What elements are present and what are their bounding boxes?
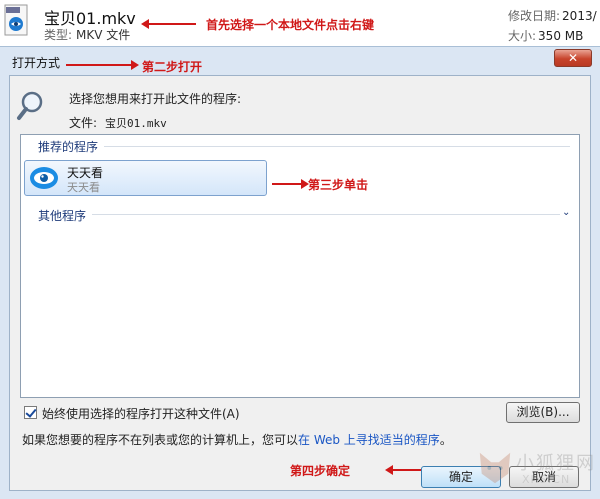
watermark-sub: XHS.CN [522, 473, 571, 486]
tiantiankan-app-icon [30, 167, 58, 189]
always-use-label: 始终使用选择的程序打开这种文件(A) [42, 407, 240, 421]
web-search-hint: 如果您想要的程序不在列表或您的计算机上，您可以在 Web 上寻找适当的程序。 [22, 431, 452, 448]
watermark-text: 小狐狸网 [516, 453, 596, 474]
dialog-title: 打开方式 [12, 56, 61, 70]
file-size-label: 大小: [508, 29, 537, 43]
step3-annotation: 第三步单击 [308, 178, 369, 192]
file-type-label: 类型: [44, 28, 73, 42]
program-publisher: 天天看 [67, 181, 100, 194]
file-size: 大小: 350 MB [508, 27, 583, 44]
close-button[interactable]: ✕ [554, 49, 592, 67]
dialog-file-value: 宝贝01.mkv [105, 117, 167, 130]
file-date-value: 2013/ [562, 9, 597, 23]
step2-annotation: 第二步打开 [142, 60, 203, 74]
fox-logo-icon [479, 452, 511, 484]
mkv-file-icon [4, 4, 28, 36]
always-use-checkbox[interactable] [24, 406, 37, 419]
web-search-end: 。 [439, 433, 452, 447]
recommended-divider [104, 146, 570, 147]
other-programs-header[interactable]: 其他程序 [38, 207, 86, 224]
step3-arrow [272, 179, 309, 189]
dialog-titlebar[interactable]: 打开方式 ✕ [0, 47, 600, 75]
dialog-file-label: 文件: [69, 116, 98, 130]
search-icon [17, 91, 43, 120]
browse-button[interactable]: 浏览(B)... [506, 402, 580, 423]
dialog-prompt: 选择您想用来打开此文件的程序: [69, 92, 242, 106]
step4-annotation: 第四步确定 [290, 464, 351, 478]
step2-arrow [66, 60, 139, 70]
program-item-tiantiankan[interactable]: 天天看 天天看 [24, 160, 267, 196]
chevron-down-icon[interactable]: ⌄ [562, 207, 570, 218]
file-type: 类型: MKV 文件 [44, 26, 130, 43]
file-date-label: 修改日期: [508, 9, 561, 23]
recommended-programs-header: 推荐的程序 [38, 140, 99, 154]
step1-arrow [141, 19, 196, 29]
other-divider [92, 214, 560, 215]
file-size-value: 350 MB [538, 29, 584, 43]
watermark: 小狐狸网 XHS.CN [470, 443, 600, 499]
step1-annotation: 首先选择一个本地文件点击右键 [206, 18, 375, 32]
web-search-text: 如果您想要的程序不在列表或您的计算机上，您可以 [22, 433, 299, 447]
web-search-link[interactable]: 在 Web 上寻找适当的程序 [298, 433, 440, 447]
file-modified-date: 修改日期: 2013/ [508, 7, 597, 24]
dialog-file-row: 文件: 宝贝01.mkv [69, 114, 167, 131]
file-type-value: MKV 文件 [76, 28, 131, 42]
